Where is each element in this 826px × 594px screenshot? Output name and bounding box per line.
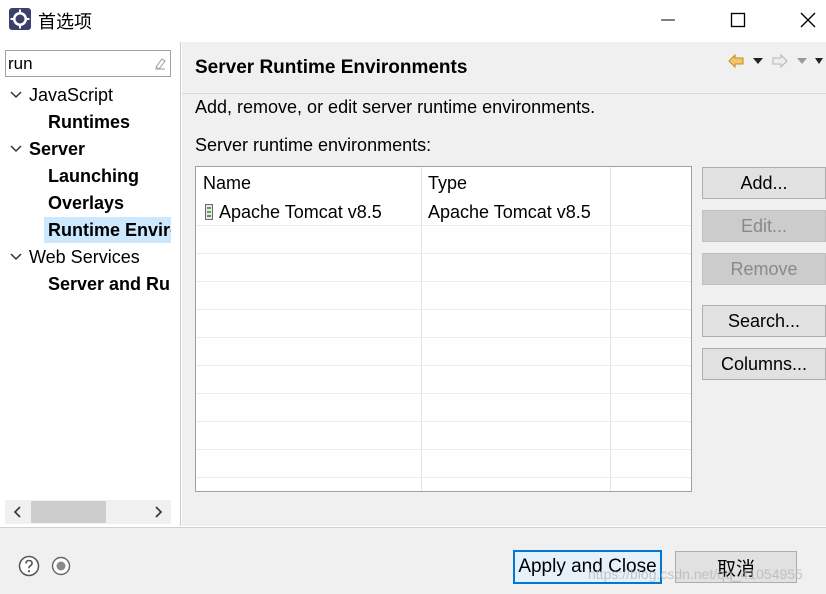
remove-button[interactable]: Remove [702,253,826,285]
dropdown-triangle-icon [797,58,807,64]
server-icon [205,204,213,220]
tree-item-javascript-runtimes[interactable]: Runtimes [0,109,180,135]
view-menu-button[interactable] [813,50,825,72]
tree-item-label: Server [29,139,86,159]
tree-item-label: Server and Runtime [48,274,171,294]
search-button[interactable]: Search... [702,305,826,337]
tree-item-label: Overlays [48,193,125,213]
minimize-icon [661,19,675,21]
back-arrow-icon [728,54,744,68]
row-divider [196,365,691,366]
row-divider [196,393,691,394]
tree-item-overlays[interactable]: Overlays [0,190,180,216]
runtime-list-label: Server runtime environments: [195,135,432,155]
dialog-button-bar: Apply and Close 取消 https://blog.csdn.net… [0,527,826,594]
runtime-environments-table[interactable]: Name Type Apache Tomcat v8.5 Apache Tomc… [195,166,692,492]
tree-item-label: Runtime Environments [48,220,171,240]
scroll-right-icon[interactable] [147,500,171,524]
close-icon [800,12,816,28]
row-divider [196,225,691,226]
row-divider [196,281,691,282]
back-history-button[interactable] [747,50,769,72]
watermark-text: https://blog.csdn.net/qq_41054955 [588,566,803,582]
forward-button[interactable] [769,50,791,72]
column-header-name[interactable]: Name [203,173,251,194]
eclipse-app-icon [9,8,31,30]
tree-item-web-services[interactable]: Web Services [0,244,180,270]
tree-item-javascript[interactable]: JavaScript [0,82,180,108]
close-button[interactable] [773,0,826,40]
page-description: Add, remove, or edit server runtime envi… [195,97,596,117]
filter-field[interactable] [5,50,171,77]
back-button[interactable] [725,50,747,72]
import-export-icon[interactable] [51,556,71,576]
row-divider [196,477,691,478]
preferences-tree-panel: JavaScript Runtimes Server Launching Ove… [0,42,181,526]
help-icon[interactable] [18,555,40,577]
page-header: Server Runtime Environments [182,42,826,94]
column-header-type[interactable]: Type [428,173,467,194]
tree-horizontal-scrollbar[interactable] [5,500,171,524]
columns-button[interactable]: Columns... [702,348,826,380]
row-divider [196,337,691,338]
tree-item-label: Launching [48,166,139,186]
dropdown-triangle-icon [753,58,763,64]
maximize-button[interactable] [703,0,773,40]
row-divider [196,253,691,254]
page-title: Server Runtime Environments [195,57,468,78]
tree-item-label: JavaScript [29,85,114,105]
chevron-down-icon[interactable] [10,244,22,270]
chevron-down-icon[interactable] [10,82,22,108]
forward-history-button[interactable] [791,50,813,72]
tree-item-runtime-environments[interactable]: Runtime Environments [44,217,171,243]
row-divider [196,449,691,450]
row-divider [196,309,691,310]
tree-item-server-and-runtime[interactable]: Server and Runtime [0,271,171,297]
tree-item-label: Web Services [29,247,140,267]
window-title: 首选项 [38,12,92,33]
scrollbar-thumb[interactable] [31,501,106,523]
column-separator[interactable] [421,167,422,491]
filter-input[interactable] [8,53,148,74]
tree-item-launching[interactable]: Launching [0,163,180,189]
table-cell-name[interactable]: Apache Tomcat v8.5 [219,202,382,223]
maximize-icon [730,12,746,28]
row-divider [196,421,691,422]
forward-arrow-icon [772,54,788,68]
tree-item-server[interactable]: Server [0,136,180,162]
page-navigation [725,50,825,72]
table-cell-type[interactable]: Apache Tomcat v8.5 [428,202,591,223]
edit-button[interactable]: Edit... [702,210,826,242]
minimize-button[interactable] [633,0,703,40]
clear-filter-icon[interactable] [153,56,167,70]
add-button[interactable]: Add... [702,167,826,199]
title-bar: 首选项 [0,0,826,40]
scroll-left-icon[interactable] [5,500,29,524]
column-separator[interactable] [610,167,611,491]
tree-item-label: Runtimes [48,112,131,132]
view-menu-icon [815,58,823,64]
chevron-down-icon[interactable] [10,136,22,162]
preference-page: Server Runtime Environments Add, remove,… [182,42,826,526]
